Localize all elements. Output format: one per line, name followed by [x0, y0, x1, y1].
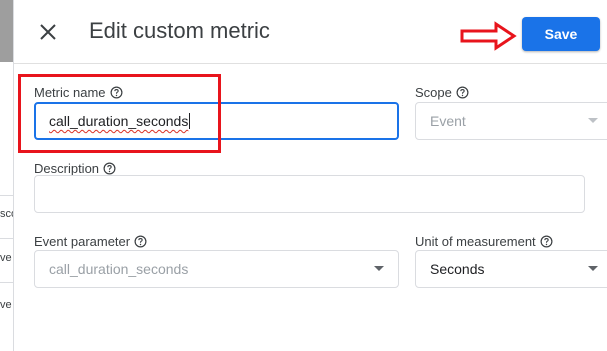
page-title: Edit custom metric [89, 18, 270, 43]
background-row-text: ve [0, 252, 12, 264]
background-divider [0, 238, 13, 239]
background-row-text: ve [0, 299, 12, 311]
scope-value: Event [430, 113, 466, 129]
help-circle-icon[interactable] [540, 235, 553, 248]
chevron-down-icon [588, 266, 598, 271]
metric-name-input[interactable]: call_duration_seconds [34, 102, 399, 140]
save-button[interactable]: Save [522, 17, 600, 51]
help-circle-icon[interactable] [134, 235, 147, 248]
help-circle-icon[interactable] [110, 86, 123, 99]
metric-name-value: call_duration_seconds [49, 113, 189, 129]
help-circle-icon[interactable] [456, 86, 469, 99]
background-divider [0, 195, 13, 196]
background-row-text: sco [0, 208, 13, 220]
background-header-shade [0, 0, 13, 62]
close-icon [40, 24, 56, 40]
description-label-group: Description [34, 161, 116, 176]
description-label: Description [34, 161, 100, 176]
description-input[interactable] [34, 175, 585, 213]
form-content: Metric name call_duration_seconds Scope … [14, 65, 607, 351]
scope-label-group: Scope [415, 85, 469, 100]
event-parameter-label: Event parameter [34, 234, 131, 249]
metric-name-label-group: Metric name [34, 85, 123, 100]
scope-label: Scope [415, 85, 452, 100]
right-arrow-icon [460, 21, 517, 51]
unit-of-measurement-value: Seconds [430, 261, 485, 277]
background-page-strip: sco ve ve [0, 0, 14, 351]
event-parameter-select[interactable]: call_duration_seconds [34, 250, 399, 288]
panel-header: Edit custom metric Save [14, 0, 607, 64]
close-button[interactable] [36, 20, 60, 44]
unit-of-measurement-select[interactable]: Seconds [415, 250, 607, 288]
background-divider [0, 282, 13, 283]
event-parameter-label-group: Event parameter [34, 234, 147, 249]
help-circle-icon[interactable] [103, 162, 116, 175]
unit-of-measurement-label-group: Unit of measurement [415, 234, 553, 249]
event-parameter-value: call_duration_seconds [49, 261, 189, 277]
text-cursor [189, 113, 191, 129]
metric-name-label: Metric name [34, 85, 106, 100]
scope-select[interactable]: Event [415, 102, 607, 140]
chevron-down-icon [374, 266, 384, 271]
unit-of-measurement-label: Unit of measurement [415, 234, 536, 249]
chevron-down-icon [588, 118, 598, 123]
